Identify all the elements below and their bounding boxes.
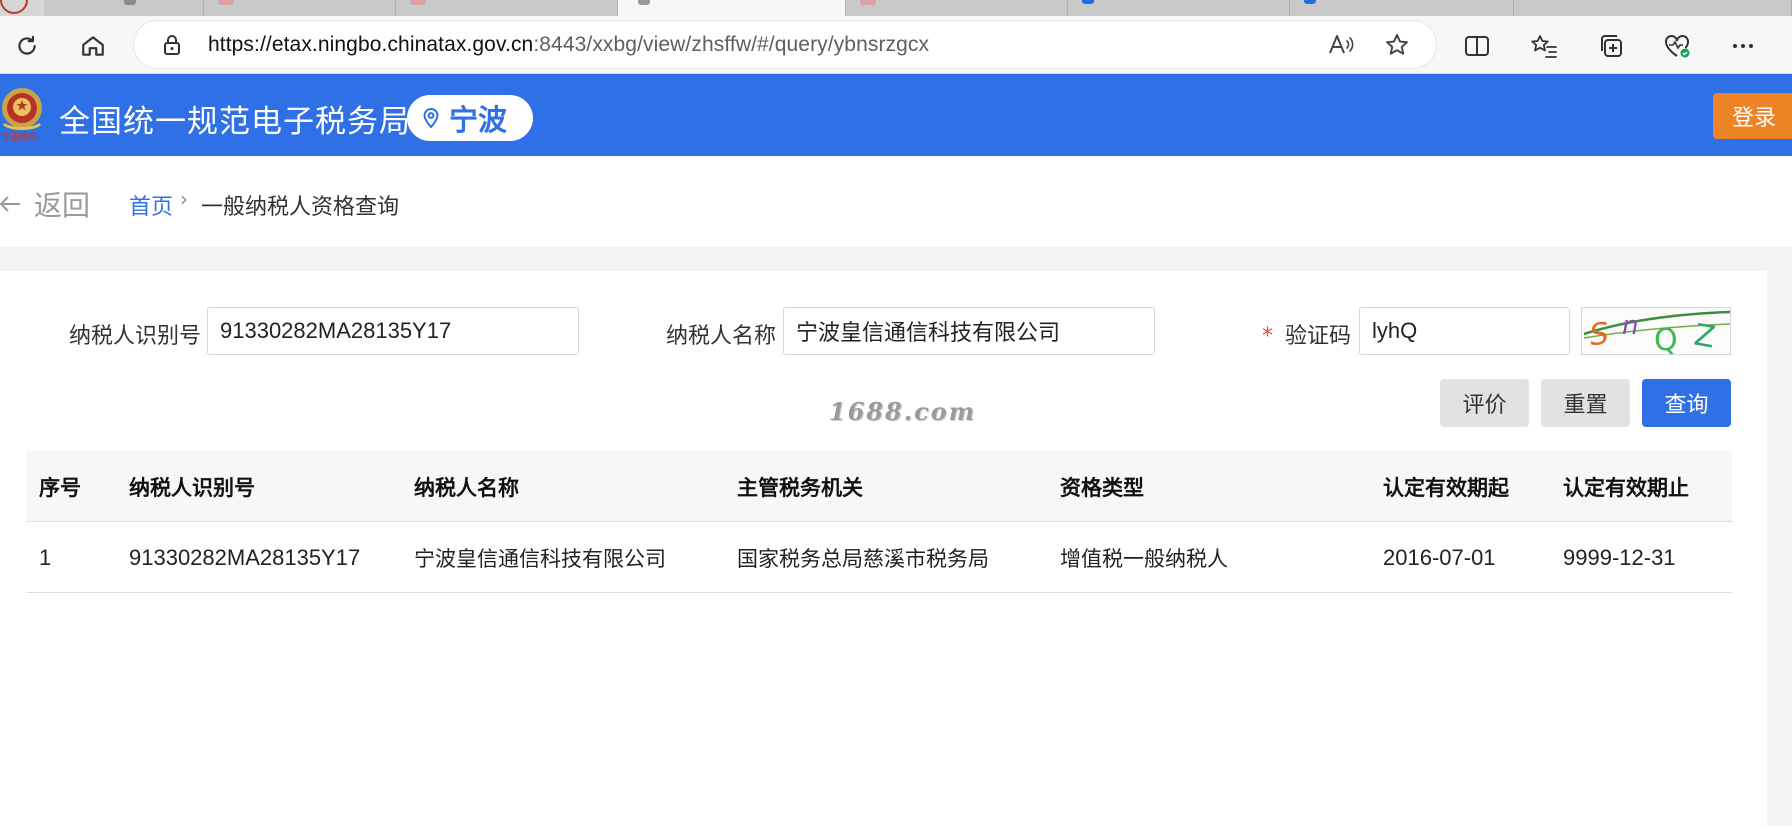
cell-tax-authority: 国家税务总局慈溪市税务局 (737, 546, 989, 571)
result-table: 序号 纳税人识别号 纳税人名称 主管税务机关 资格类型 认定有效期起 认定有效期… (27, 451, 1732, 593)
reload-icon (18, 35, 36, 55)
browser-tab[interactable] (396, 0, 618, 16)
header-taxpayer-id: 纳税人识别号 (129, 475, 255, 500)
taxpayer-name-label: 纳税人名称 (666, 324, 777, 349)
svg-text:S: S (1588, 316, 1611, 353)
svg-text:中国税务: 中国税务 (2, 131, 38, 143)
browser-tab[interactable] (1068, 0, 1290, 16)
query-panel: 纳税人识别号 91330282MA28135Y17 纳税人名称 宁波皇信通信科技… (0, 271, 1767, 826)
breadcrumb-bar: 返回 首页 › 一般纳税人资格查询 (0, 156, 1792, 247)
header-index: 序号 (39, 475, 81, 500)
browser-tab[interactable] (204, 0, 396, 16)
browser-tab[interactable] (1290, 0, 1514, 16)
read-aloud-icon (1329, 35, 1354, 54)
browser-toolbar: https://etax.ningbo.chinatax.gov.cn:8443… (0, 16, 1792, 74)
split-screen-button[interactable] (1460, 29, 1494, 63)
more-icon (1733, 44, 1753, 48)
browser-tab[interactable] (1514, 0, 1792, 16)
tab-favicon-icon (860, 0, 876, 5)
tab-indicator-icon (0, 0, 28, 14)
star-icon (1386, 34, 1408, 55)
browser-essentials-button[interactable] (1660, 29, 1694, 63)
evaluate-button[interactable]: 评价 (1440, 379, 1529, 427)
table-header-row: 序号 纳税人识别号 纳税人名称 主管税务机关 资格类型 认定有效期起 认定有效期… (27, 451, 1732, 522)
breadcrumb-current-page: 一般纳税人资格查询 (201, 195, 400, 220)
url-text[interactable]: https://etax.ningbo.chinatax.gov.cn:8443… (208, 33, 929, 57)
cell-taxpayer-id: 91330282MA28135Y17 (129, 544, 361, 570)
favorite-star-button[interactable] (1384, 32, 1410, 58)
tab-favicon-icon (638, 0, 650, 5)
cell-qualification-type: 增值税一般纳税人 (1060, 546, 1228, 571)
header-qualification-type: 资格类型 (1060, 475, 1144, 500)
reset-button[interactable]: 重置 (1541, 379, 1630, 427)
back-button[interactable]: 返回 (0, 184, 90, 224)
query-button[interactable]: 查询 (1642, 379, 1731, 427)
svg-text:Z: Z (1691, 318, 1717, 355)
collections-button[interactable] (1594, 29, 1628, 63)
header-tax-authority: 主管税务机关 (737, 475, 863, 500)
home-button[interactable] (76, 29, 110, 63)
browser-tab-strip (0, 0, 1792, 16)
browser-tab-active[interactable] (618, 0, 846, 16)
captcha-image[interactable]: S n Q Z (1581, 307, 1731, 355)
reload-button[interactable] (10, 29, 44, 63)
home-icon (82, 36, 104, 56)
tab-favicon-icon (124, 0, 136, 5)
tab-favicon-icon (410, 0, 426, 5)
header-taxpayer-name: 纳税人名称 (414, 475, 519, 500)
captcha-input[interactable]: lyhQ (1359, 307, 1570, 355)
captcha-label: * 验证码 (1262, 318, 1351, 350)
taxpayer-id-input[interactable]: 91330282MA28135Y17 (207, 307, 579, 355)
location-pin-icon (423, 108, 439, 128)
svg-text:Q: Q (1654, 323, 1678, 355)
taxpayer-name-input[interactable]: 宁波皇信通信科技有限公司 (783, 307, 1155, 355)
tax-emblem-logo: 中国税务 (2, 88, 42, 143)
cell-taxpayer-name: 宁波皇信通信科技有限公司 (414, 546, 666, 571)
tab-favicon-icon (218, 0, 234, 5)
browser-tab[interactable] (846, 0, 1068, 16)
table-row: 1 91330282MA28135Y17 宁波皇信通信科技有限公司 国家税务总局… (27, 522, 1732, 593)
header-valid-to: 认定有效期止 (1563, 475, 1689, 500)
watermark-text: 1688.com (829, 397, 977, 426)
more-menu-button[interactable] (1726, 29, 1760, 63)
back-arrow-icon (0, 196, 20, 212)
header-valid-from: 认定有效期起 (1383, 475, 1509, 500)
breadcrumb-home-link[interactable]: 首页 (129, 189, 173, 221)
lock-icon[interactable] (162, 34, 182, 56)
cell-index: 1 (39, 544, 52, 570)
city-selector[interactable]: 宁波 (407, 95, 533, 141)
login-button[interactable]: 登录 (1713, 93, 1792, 139)
split-screen-icon (1465, 36, 1489, 56)
url-path: :8443/xxbg/view/zhsffw/#/query/ybnsrzgcx (533, 33, 930, 56)
required-asterisk: * (1262, 324, 1273, 349)
captcha-graphic: S n Q Z (1583, 310, 1730, 355)
cell-valid-to: 9999-12-31 (1563, 544, 1676, 570)
site-title[interactable]: 全国统一规范电子税务局 (59, 96, 411, 141)
url-host: https://etax.ningbo.chinatax.gov.cn (208, 33, 534, 56)
heart-pulse-icon (1665, 35, 1690, 58)
collections-icon (1601, 35, 1622, 57)
city-name: 宁波 (449, 103, 508, 137)
cell-valid-from: 2016-07-01 (1383, 544, 1496, 570)
tab-favicon-icon (1082, 0, 1094, 4)
svg-text:n: n (1622, 311, 1638, 341)
favorites-button[interactable] (1527, 29, 1561, 63)
section-divider (0, 247, 1792, 271)
breadcrumb-separator: › (180, 187, 188, 211)
page-right-gutter (1767, 247, 1792, 826)
tab-favicon-icon (1304, 0, 1316, 4)
address-bar[interactable]: https://etax.ningbo.chinatax.gov.cn:8443… (134, 21, 1436, 68)
taxpayer-id-label: 纳税人识别号 (69, 324, 202, 349)
favorites-icon (1531, 35, 1557, 58)
browser-tab[interactable] (44, 0, 204, 16)
site-header: 中国税务 全国统一规范电子税务局 宁波 登录 (0, 74, 1792, 156)
read-aloud-button[interactable] (1328, 32, 1354, 58)
back-label: 返回 (34, 189, 91, 222)
captcha-label-text: 验证码 (1285, 324, 1352, 349)
